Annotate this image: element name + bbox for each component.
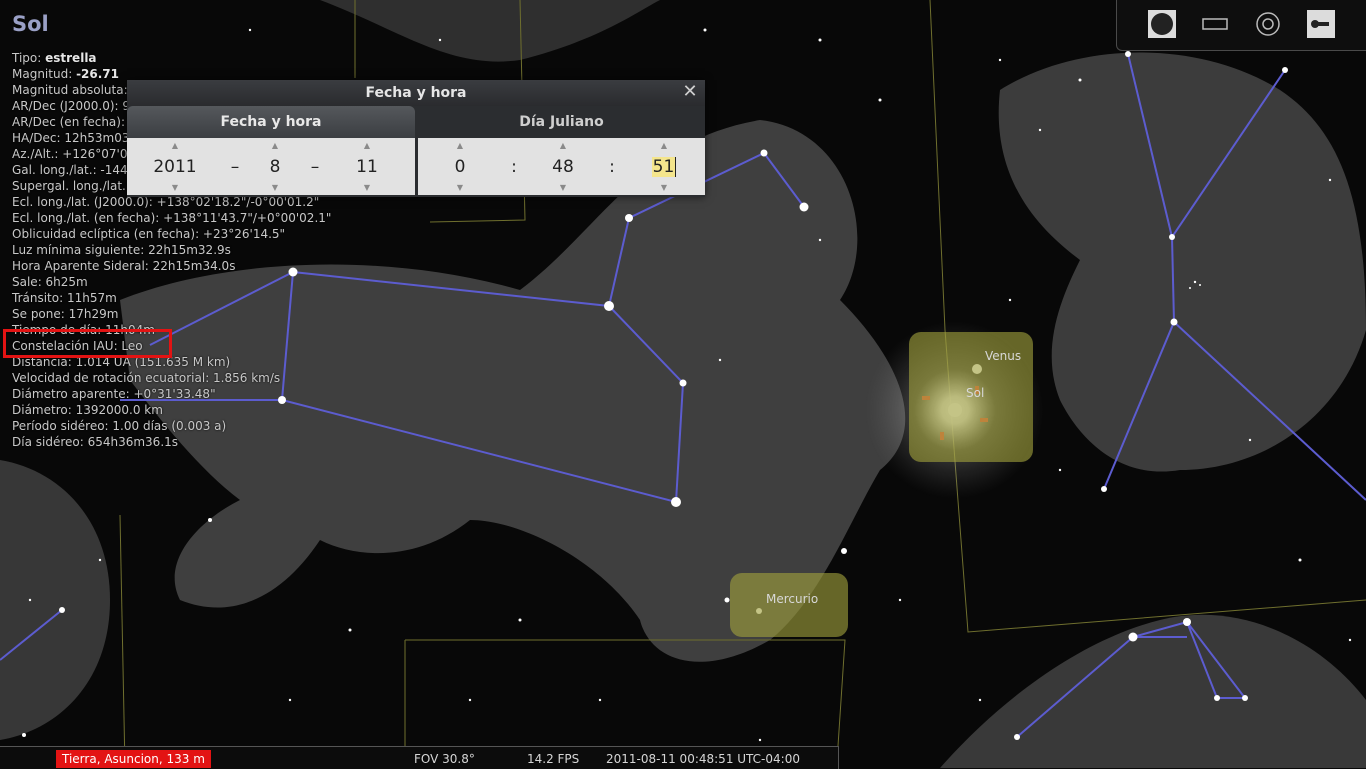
close-icon[interactable]: ✕ (681, 83, 699, 101)
info-line: Diámetro: 1392000.0 km (12, 403, 163, 417)
time-separator: : (609, 156, 615, 177)
chevron-down-icon[interactable]: ▼ (272, 183, 278, 192)
day-spinbox[interactable]: ▲ 11 ▼ (327, 138, 407, 195)
location-indicator[interactable]: Tierra, Asuncion, 133 m (56, 750, 211, 768)
month-spinbox[interactable]: ▲ 8 ▼ (247, 138, 303, 195)
target-icon[interactable] (1252, 8, 1284, 40)
year-value: 2011 (153, 156, 197, 177)
date-time-dialog: Fecha y hora ✕ Fecha y hora Día Juliano … (127, 80, 705, 197)
day-value: 11 (356, 156, 378, 177)
chevron-down-icon[interactable]: ▼ (661, 183, 667, 192)
time-fields: ▲ 0 ▼ : ▲ 48 ▼ : ▲ 51 ▼ (418, 138, 705, 195)
dialog-titlebar[interactable]: Fecha y hora ✕ (127, 80, 705, 106)
info-line: Luz mínima siguiente: 22h15m32.9s (12, 243, 231, 257)
minute-value: 48 (552, 156, 574, 177)
info-line: Período sidéreo: 1.00 días (0.003 a) (12, 419, 227, 433)
year-spinbox[interactable]: ▲ 2011 ▼ (127, 138, 223, 195)
info-line: Diámetro aparente: +0°31'33.48" (12, 387, 216, 401)
fps-indicator: 14.2 FPS (527, 752, 580, 766)
hour-value: 0 (454, 156, 466, 177)
time-separator: : (511, 156, 517, 177)
chevron-down-icon[interactable]: ▼ (560, 183, 566, 192)
chevron-up-icon[interactable]: ▲ (272, 141, 278, 150)
info-line: Se pone: 17h29m (12, 307, 119, 321)
constellation-highlight-box (3, 329, 172, 358)
info-line: Ecl. long./lat. (en fecha): +138°11'43.7… (12, 211, 332, 225)
minute-spinbox[interactable]: ▲ 48 ▼ (526, 138, 600, 195)
constellation-art-cancer (998, 52, 1366, 472)
sun-label[interactable]: Sol (966, 386, 984, 400)
month-value: 8 (269, 156, 281, 177)
chevron-up-icon[interactable]: ▲ (457, 141, 463, 150)
info-line: Día sidéreo: 654h36m36.1s (12, 435, 179, 449)
chevron-up-icon[interactable]: ▲ (364, 141, 370, 150)
chevron-down-icon[interactable]: ▼ (457, 183, 463, 192)
wrench-icon[interactable] (1305, 8, 1337, 40)
chevron-down-icon[interactable]: ▼ (172, 183, 178, 192)
mercury-label[interactable]: Mercurio (766, 592, 818, 606)
info-line: Sale: 6h25m (12, 275, 88, 289)
chevron-up-icon[interactable]: ▲ (661, 141, 667, 150)
info-line: Hora Aparente Sideral: 22h15m34.0s (12, 259, 236, 273)
ground-icon[interactable] (1146, 8, 1178, 40)
date-fields: ▲ 2011 ▼ – ▲ 8 ▼ – ▲ 11 ▼ (127, 138, 415, 195)
hour-spinbox[interactable]: ▲ 0 ▼ (418, 138, 502, 195)
info-line: Velocidad de rotación ecuatorial: 1.856 … (12, 371, 281, 385)
date-separator: – (230, 156, 240, 177)
top-right-toolbar (1116, 0, 1366, 51)
object-name: Sol (12, 12, 49, 36)
info-line: Tránsito: 11h57m (12, 291, 117, 305)
second-value[interactable]: 51 (651, 156, 677, 177)
second-spinbox[interactable]: ▲ 51 ▼ (624, 138, 704, 195)
date-time-fields: ▲ 2011 ▼ – ▲ 8 ▼ – ▲ 11 ▼ ▲ 0 ▼ : ▲ 48 ▼… (127, 138, 705, 195)
chevron-down-icon[interactable]: ▼ (364, 183, 370, 192)
dialog-title: Fecha y hora (365, 85, 467, 101)
tab-date-time[interactable]: Fecha y hora (127, 106, 415, 138)
chevron-up-icon[interactable]: ▲ (560, 141, 566, 150)
info-type: Tipo: estrella (12, 51, 97, 65)
constellation-art-left (0, 460, 110, 740)
info-line: Oblicuidad eclíptica (en fecha): +23°26'… (12, 227, 286, 241)
date-separator: – (310, 156, 320, 177)
fov-indicator: FOV 30.8° (414, 752, 475, 766)
dialog-tabs: Fecha y hora Día Juliano (127, 106, 705, 138)
status-bar: Tierra, Asuncion, 133 m FOV 30.8° 14.2 F… (0, 746, 839, 769)
chevron-up-icon[interactable]: ▲ (172, 141, 178, 150)
tab-julian-day[interactable]: Día Juliano (418, 106, 705, 138)
datetime-indicator: 2011-08-11 00:48:51 UTC-04:00 (606, 752, 800, 766)
landscape-icon[interactable] (1199, 8, 1231, 40)
venus-label[interactable]: Venus (985, 349, 1021, 363)
